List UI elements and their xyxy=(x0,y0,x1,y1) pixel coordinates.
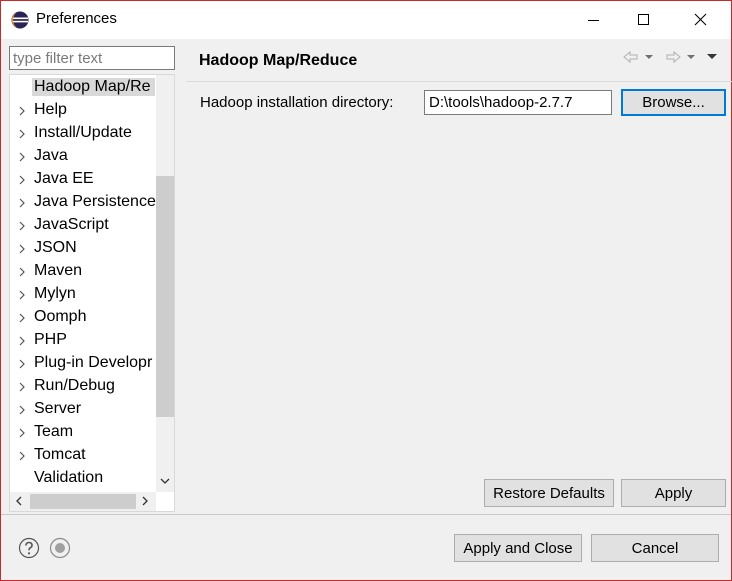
chevron-right-icon[interactable] xyxy=(18,405,26,415)
chevron-right-icon[interactable] xyxy=(18,290,26,300)
tree-item-label: Run/Debug xyxy=(34,377,115,394)
footer-divider xyxy=(1,514,731,515)
chevron-right-icon[interactable] xyxy=(18,428,26,438)
chevron-right-icon[interactable] xyxy=(18,175,26,185)
chevron-right-icon[interactable] xyxy=(18,451,26,461)
title-bar[interactable]: Preferences xyxy=(1,1,731,39)
tree-item-label: Install/Update xyxy=(34,124,132,141)
filter-input[interactable] xyxy=(9,46,175,70)
chevron-right-icon[interactable] xyxy=(140,496,150,506)
tree-item-label: JSON xyxy=(34,239,77,256)
help-icon[interactable] xyxy=(18,537,40,559)
tree-item[interactable]: PHP xyxy=(10,329,156,352)
tree-item[interactable]: Tomcat xyxy=(10,444,156,467)
chevron-right-icon[interactable] xyxy=(18,129,26,139)
minimize-button[interactable] xyxy=(571,1,617,39)
forward-arrow-icon[interactable] xyxy=(664,49,682,65)
tree-vertical-scrollbar[interactable] xyxy=(156,75,174,492)
tree-item-label: Java xyxy=(34,147,68,164)
chevron-right-icon[interactable] xyxy=(18,313,26,323)
back-menu-chevron-icon[interactable] xyxy=(644,49,654,65)
tree-item[interactable]: Hadoop Map/Re xyxy=(10,76,156,99)
close-icon xyxy=(694,13,707,26)
minimize-icon xyxy=(588,20,599,21)
chevron-right-icon[interactable] xyxy=(18,244,26,254)
browse-button[interactable]: Browse... xyxy=(621,89,726,116)
installation-directory-field[interactable] xyxy=(424,90,612,115)
tree-item-label: Plug-in Developr xyxy=(34,354,153,371)
tree-item-label: Server xyxy=(34,400,82,417)
tree-item[interactable]: Plug-in Developr xyxy=(10,352,156,375)
tree-item[interactable]: Install/Update xyxy=(10,122,156,145)
maximize-button[interactable] xyxy=(621,1,667,39)
tree-item[interactable]: Help xyxy=(10,99,156,122)
tree-item-label: JavaScript xyxy=(34,216,109,233)
tree-item-label: Help xyxy=(34,101,67,118)
apply-and-close-button[interactable]: Apply and Close xyxy=(454,534,582,562)
tree-item[interactable]: Mylyn xyxy=(10,283,156,306)
preference-tree: Hadoop Map/Re Help Install/Update Java Java … xyxy=(9,74,175,512)
chevron-right-icon[interactable] xyxy=(18,359,26,369)
tree-item-label: Team xyxy=(34,423,74,440)
page-nav xyxy=(622,49,722,69)
tree-item-label: Mylyn xyxy=(34,285,76,302)
tree-item-label: Java Persistence xyxy=(34,193,156,210)
tree-item-label: Hadoop Map/Re xyxy=(32,78,155,96)
tree-item[interactable]: Oomph xyxy=(10,306,156,329)
tree-horizontal-scrollbar[interactable] xyxy=(10,492,156,511)
tree-item-label: Tomcat xyxy=(34,446,86,463)
forward-menu-chevron-icon[interactable] xyxy=(686,49,696,65)
tree-item[interactable]: Server xyxy=(10,398,156,421)
tree-item[interactable]: Run/Debug xyxy=(10,375,156,398)
chevron-left-icon[interactable] xyxy=(14,496,24,506)
preferences-window: Preferences Hadoop Map/Re Help Install/Upd… xyxy=(0,0,732,581)
header-divider xyxy=(186,81,732,82)
tree-item-label: Validation xyxy=(34,469,104,486)
record-macro-icon[interactable] xyxy=(49,537,71,559)
tree-item-label: Java EE xyxy=(34,170,94,187)
tree-item-label: PHP xyxy=(34,331,67,348)
back-arrow-icon[interactable] xyxy=(622,49,640,65)
chevron-right-icon[interactable] xyxy=(18,106,26,116)
scrollbar-thumb[interactable] xyxy=(30,494,136,509)
chevron-right-icon[interactable] xyxy=(18,382,26,392)
restore-defaults-button[interactable]: Restore Defaults xyxy=(484,479,614,507)
tree-item[interactable]: Team xyxy=(10,421,156,444)
chevron-right-icon[interactable] xyxy=(18,336,26,346)
chevron-right-icon[interactable] xyxy=(18,221,26,231)
page-header: Hadoop Map/Reduce xyxy=(186,41,732,81)
tree-item-label: Maven xyxy=(34,262,83,279)
eclipse-icon xyxy=(11,11,29,29)
tree-item[interactable]: Validation xyxy=(10,467,156,490)
tree-item[interactable]: Maven xyxy=(10,260,156,283)
tree-item[interactable]: JSON xyxy=(10,237,156,260)
tree-item[interactable]: Java xyxy=(10,145,156,168)
tree-item-label: Oomph xyxy=(34,308,87,325)
scrollbar-thumb[interactable] xyxy=(156,176,174,417)
tree-list: Hadoop Map/Re Help Install/Update Java Java … xyxy=(10,75,156,492)
close-button[interactable] xyxy=(678,1,724,39)
tree-item[interactable]: Java EE xyxy=(10,168,156,191)
chevron-right-icon[interactable] xyxy=(18,267,26,277)
maximize-icon xyxy=(638,14,649,25)
chevron-right-icon[interactable] xyxy=(18,152,26,162)
page-title: Hadoop Map/Reduce xyxy=(199,52,358,69)
installation-directory-label: Hadoop installation directory: xyxy=(200,94,394,111)
window-title: Preferences xyxy=(36,10,117,27)
view-menu-icon[interactable] xyxy=(706,49,718,65)
cancel-button[interactable]: Cancel xyxy=(591,534,719,562)
chevron-down-icon[interactable] xyxy=(160,476,170,486)
tree-item[interactable]: Java Persistence xyxy=(10,191,156,214)
chevron-right-icon[interactable] xyxy=(18,198,26,208)
tree-item[interactable]: JavaScript xyxy=(10,214,156,237)
apply-button[interactable]: Apply xyxy=(621,479,726,507)
